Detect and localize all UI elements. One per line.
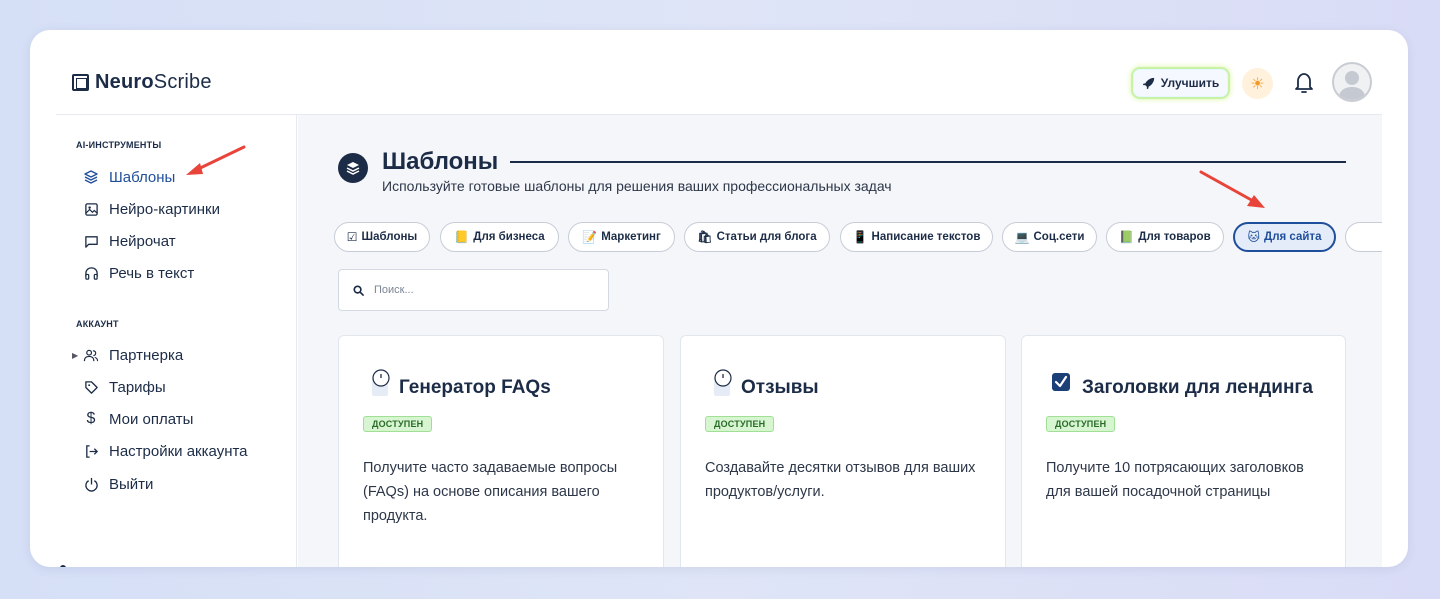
tab-business[interactable]: 📒 Для бизнеса bbox=[440, 222, 559, 252]
brand-rest: Scribe bbox=[153, 71, 212, 93]
login-icon bbox=[82, 444, 100, 459]
laptop-icon: 💻 bbox=[1014, 230, 1030, 244]
dollar-icon: $ bbox=[86, 410, 96, 427]
upgrade-label: Улучшить bbox=[1160, 76, 1220, 90]
tab-label: Для сайта bbox=[1264, 231, 1322, 243]
memo-icon: 📝 bbox=[582, 230, 598, 244]
search-icon bbox=[353, 284, 364, 296]
tab-label: Написание текстов bbox=[871, 231, 981, 243]
rocket-icon bbox=[1142, 77, 1154, 89]
sidebar-item-neuro-images[interactable]: Нейро-картинки bbox=[82, 198, 220, 220]
sidebar-item-label: Выйти bbox=[109, 475, 154, 493]
avatar[interactable] bbox=[1332, 62, 1372, 102]
template-card-reviews[interactable]: Отзывы ДОСТУПЕН Создавайте десятки отзыв… bbox=[680, 335, 1006, 567]
user-avatar-icon bbox=[1338, 71, 1366, 100]
caret-right-icon[interactable]: ▶ bbox=[72, 351, 78, 360]
card-title: Заголовки для лендинга bbox=[1082, 377, 1313, 398]
sidebar-item-partners[interactable]: Партнерка bbox=[82, 344, 183, 366]
sidebar: AI-ИНСТРУМЕНТЫ Шаблоны Нейро-картинки Не… bbox=[56, 115, 297, 567]
annotation-arrow-sidebar bbox=[186, 145, 246, 175]
sidebar-item-neurochat[interactable]: Нейрочат bbox=[82, 230, 176, 252]
page-icon bbox=[338, 153, 368, 183]
sun-icon: ☀ bbox=[1250, 75, 1265, 93]
section-title-account: АККАУНТ bbox=[76, 319, 119, 329]
power-icon bbox=[82, 477, 100, 492]
sidebar-item-label: Настройки аккаунта bbox=[109, 442, 248, 460]
annotation-arrow-tab bbox=[1199, 170, 1265, 208]
sidebar-item-label: Речь в текст bbox=[109, 264, 195, 282]
brand-bold: Neuro bbox=[95, 71, 154, 93]
section-title-tools: AI-ИНСТРУМЕНТЫ bbox=[76, 140, 162, 150]
layers-icon bbox=[346, 162, 360, 175]
tab-label: Шаблоны bbox=[361, 231, 418, 243]
sidebar-item-label: Нейро-картинки bbox=[109, 200, 220, 218]
template-card-landing-headlines[interactable]: Заголовки для лендинга ДОСТУПЕН Получите… bbox=[1021, 335, 1346, 567]
tab-templates[interactable]: ☑ Шаблоны bbox=[334, 222, 430, 252]
sidebar-item-payments[interactable]: $ Мои оплаты bbox=[82, 408, 194, 430]
book-icon: 📗 bbox=[1119, 230, 1135, 244]
bell-icon[interactable] bbox=[1293, 71, 1315, 95]
users-icon bbox=[82, 348, 100, 363]
tab-label: Для товаров bbox=[1138, 231, 1211, 243]
tab-products[interactable]: 📗 Для товаров bbox=[1106, 222, 1224, 252]
search-input[interactable]: Поиск... bbox=[338, 269, 609, 311]
tab-label: Соц.сети bbox=[1033, 231, 1085, 243]
tab-website[interactable]: 🐱 Для сайта bbox=[1233, 222, 1336, 252]
top-header: NeuroScribe Улучшить ☀ bbox=[56, 30, 1382, 115]
cut-off-indicator-dot bbox=[60, 565, 66, 567]
tab-text-writing[interactable]: 📱 Написание текстов bbox=[840, 222, 993, 252]
sidebar-item-label: Мои оплаты bbox=[109, 410, 194, 428]
theme-toggle-button[interactable]: ☀ bbox=[1242, 68, 1273, 99]
sidebar-item-speech-to-text[interactable]: Речь в текст bbox=[82, 262, 194, 284]
notebook-icon: 📒 bbox=[454, 230, 470, 244]
status-badge: ДОСТУПЕН bbox=[1046, 416, 1116, 432]
checkbox-icon bbox=[1052, 373, 1070, 391]
sidebar-item-label: Нейрочат bbox=[109, 232, 176, 250]
category-tabs: ☑ Шаблоны 📒 Для бизнеса 📝 Маркетинг 🛍 Статьи… bbox=[334, 222, 1382, 254]
sidebar-item-logout[interactable]: Выйти bbox=[82, 473, 153, 495]
phone-icon: 📱 bbox=[852, 230, 868, 244]
card-description: Получите 10 потрясающих заголовков для в… bbox=[1046, 460, 1304, 500]
chat-icon bbox=[82, 234, 100, 249]
checkbox-icon: ☑ bbox=[346, 230, 358, 244]
headphones-icon bbox=[82, 266, 100, 281]
tab-blog-articles[interactable]: 🛍 Статьи для блога bbox=[684, 222, 830, 252]
tab-marketing[interactable]: 📝 Маркетинг bbox=[568, 222, 675, 252]
search-placeholder: Поиск... bbox=[374, 284, 414, 296]
sidebar-item-label: Шаблоны bbox=[109, 168, 176, 186]
card-title: Генератор FAQs bbox=[399, 377, 551, 398]
tag-icon bbox=[82, 380, 100, 395]
page-title: Шаблоны bbox=[382, 148, 499, 175]
tab-label: Статьи для блога bbox=[716, 231, 817, 243]
logo[interactable]: NeuroScribe bbox=[72, 71, 212, 94]
template-card-faq[interactable]: Генератор FAQs ДОСТУПЕН Получите часто з… bbox=[338, 335, 664, 567]
layers-icon bbox=[82, 169, 100, 185]
upgrade-button[interactable]: Улучшить bbox=[1131, 67, 1230, 99]
app-window: NeuroScribe Улучшить ☀ AI-ИНСТРУМЕНТЫ Ша… bbox=[30, 30, 1408, 567]
page-subtitle: Используйте готовые шаблоны для решения … bbox=[382, 178, 892, 194]
sidebar-item-tariffs[interactable]: Тарифы bbox=[82, 376, 166, 398]
sidebar-item-label: Тарифы bbox=[109, 378, 166, 396]
card-title: Отзывы bbox=[741, 377, 819, 398]
card-description: Создавайте десятки отзывов для ваших про… bbox=[705, 460, 976, 500]
sidebar-item-templates[interactable]: Шаблоны bbox=[82, 166, 175, 188]
clock-icon bbox=[372, 369, 390, 396]
status-badge: ДОСТУПЕН bbox=[363, 416, 433, 432]
shopping-bags-icon: 🛍 bbox=[697, 230, 713, 244]
logo-icon bbox=[72, 74, 89, 91]
title-divider bbox=[510, 161, 1346, 163]
card-description: Получите часто задаваемые вопросы (FAQs)… bbox=[363, 460, 618, 524]
tab-social[interactable]: 💻 Соц.сети bbox=[1002, 222, 1097, 252]
tab-cutoff[interactable] bbox=[1345, 222, 1382, 252]
clock-icon bbox=[714, 369, 732, 396]
tab-label: Маркетинг bbox=[601, 231, 661, 243]
cat-icon: 🐱 bbox=[1247, 230, 1261, 244]
sidebar-item-label: Партнерка bbox=[109, 346, 184, 364]
image-icon bbox=[82, 202, 100, 217]
tab-label: Для бизнеса bbox=[473, 231, 545, 243]
status-badge: ДОСТУПЕН bbox=[705, 416, 775, 432]
sidebar-item-account-settings[interactable]: Настройки аккаунта bbox=[82, 440, 248, 462]
